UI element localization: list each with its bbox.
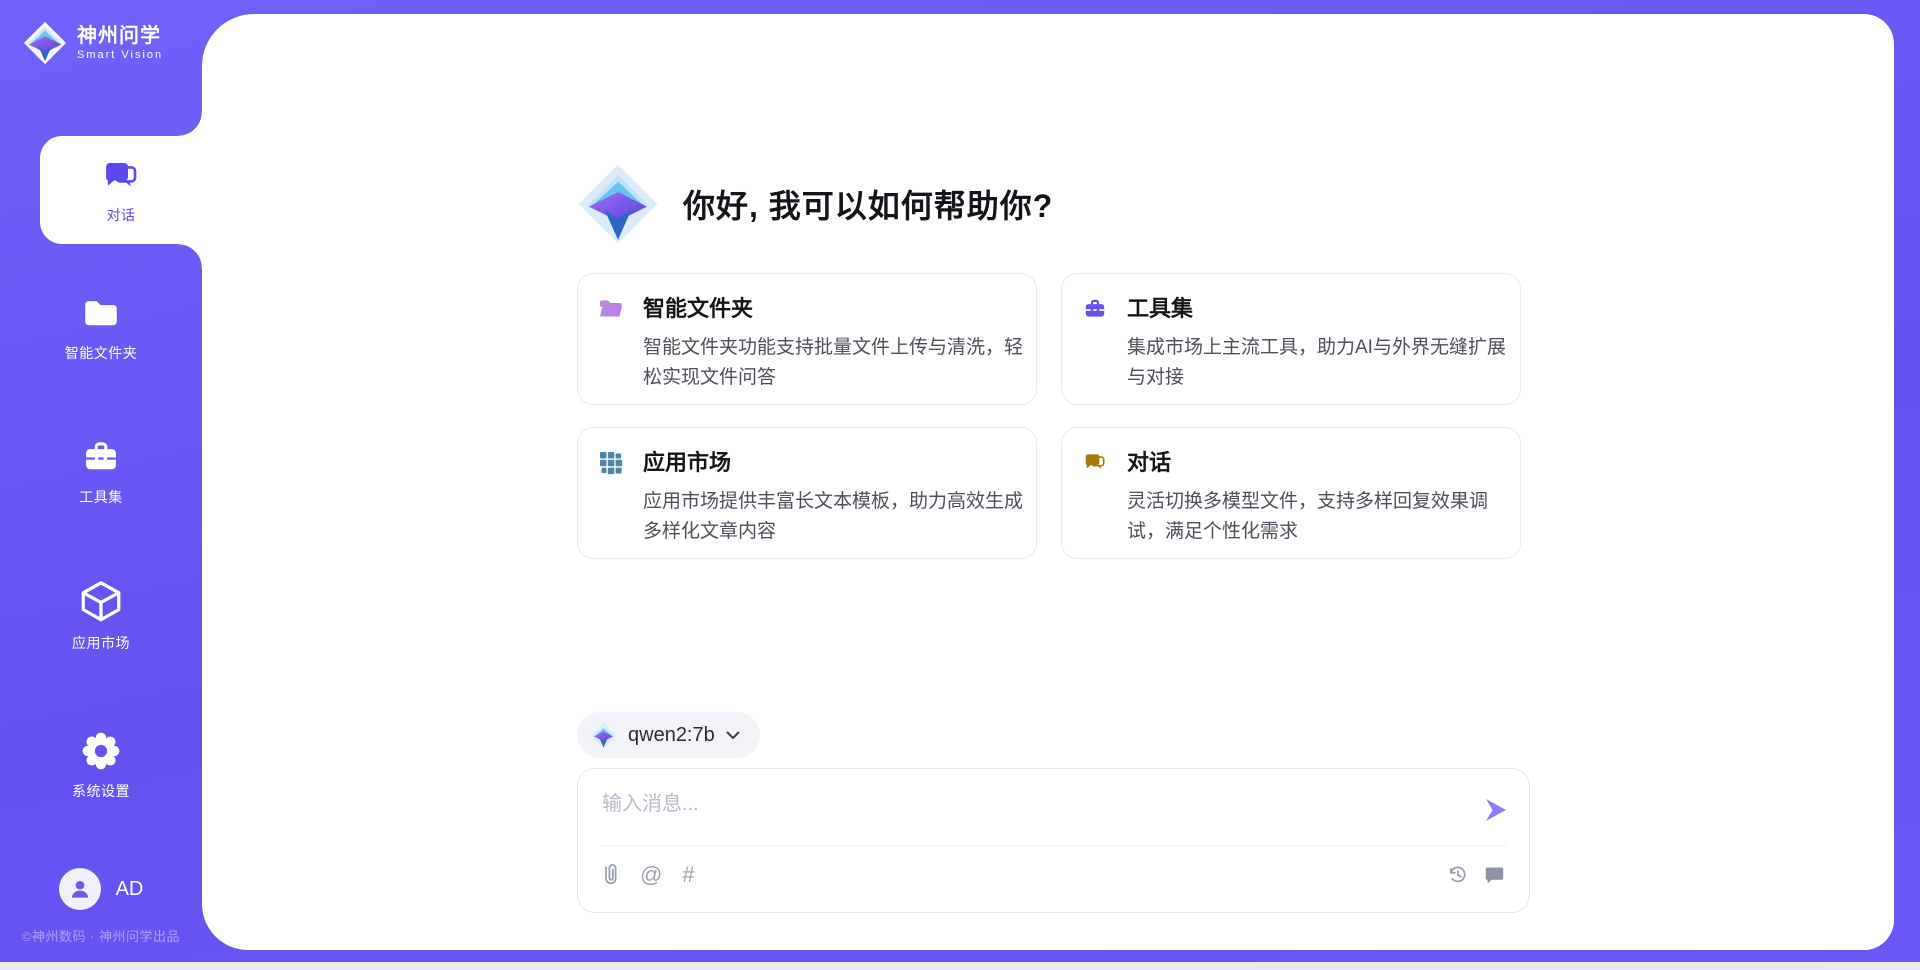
card-app-market[interactable]: 应用市场 应用市场提供丰富长文本模板，助力高效生成多样化文章内容 xyxy=(577,427,1037,559)
composer-divider xyxy=(600,845,1507,846)
brand-logo-diamond-icon xyxy=(22,20,68,66)
sidebar-item-settings[interactable]: 系统设置 xyxy=(0,730,202,801)
model-selector[interactable]: qwen2:7b xyxy=(577,712,760,758)
sidebar-item-toolset[interactable]: 工具集 xyxy=(0,436,202,507)
card-title: 应用市场 xyxy=(643,450,731,476)
user-account[interactable]: AD xyxy=(0,868,202,910)
paperclip-icon xyxy=(602,863,620,886)
briefcase-icon xyxy=(1082,296,1108,322)
chat-icon xyxy=(1082,450,1108,476)
send-arrow-icon xyxy=(1481,796,1509,824)
card-description: 集成市场上主流工具，助力AI与外界无缝扩展与对接 xyxy=(1127,333,1521,393)
folder-icon xyxy=(79,292,123,334)
person-icon xyxy=(67,876,93,902)
assistant-logo-diamond-icon xyxy=(577,163,659,245)
message-input[interactable] xyxy=(602,787,1462,837)
brand-subtitle: Smart Vision xyxy=(77,49,163,61)
card-chat[interactable]: 对话 灵活切换多模型文件，支持多样回复效果调试，满足个性化需求 xyxy=(1061,427,1521,559)
content-column: 你好, 我可以如何帮助你? 智能文件夹 智能文件夹功能支持批量文件上传与清洗，轻… xyxy=(577,14,1521,913)
grid-icon xyxy=(598,450,624,476)
composer-toolbar: @ # xyxy=(602,863,1505,886)
copyright-footer: ©神州数码 · 神州问学出品 xyxy=(0,926,202,945)
card-smart-folder[interactable]: 智能文件夹 智能文件夹功能支持批量文件上传与清洗，轻松实现文件问答 xyxy=(577,273,1037,405)
avatar xyxy=(59,868,101,910)
model-name: qwen2:7b xyxy=(628,724,715,747)
sidebar-item-smart-folder[interactable]: 智能文件夹 xyxy=(0,292,202,363)
card-toolset[interactable]: 工具集 集成市场上主流工具，助力AI与外界无缝扩展与对接 xyxy=(1061,273,1521,405)
history-button[interactable] xyxy=(1447,864,1468,885)
sidebar-item-label: 工具集 xyxy=(79,487,123,507)
card-description: 灵活切换多模型文件，支持多样回复效果调试，满足个性化需求 xyxy=(1127,487,1521,547)
hashtag-button[interactable]: # xyxy=(682,864,694,886)
card-title: 对话 xyxy=(1127,450,1171,476)
conversations-button[interactable] xyxy=(1484,864,1505,885)
brand-name: 神州问学 xyxy=(77,25,163,47)
main-panel: 你好, 我可以如何帮助你? 智能文件夹 智能文件夹功能支持批量文件上传与清洗，轻… xyxy=(202,14,1894,950)
sidebar-item-chat[interactable]: 对话 xyxy=(40,136,202,244)
cube-icon xyxy=(78,578,124,624)
brand: 神州问学 Smart Vision xyxy=(22,20,163,66)
window-bottom-edge xyxy=(0,962,1920,970)
history-icon xyxy=(1447,864,1468,885)
sidebar-item-label: 应用市场 xyxy=(72,633,130,653)
card-title: 智能文件夹 xyxy=(643,296,753,322)
composer: @ # xyxy=(577,768,1530,913)
left-tools: @ # xyxy=(602,863,695,886)
chat-icon xyxy=(100,156,142,198)
card-title: 工具集 xyxy=(1127,296,1193,322)
attach-file-button[interactable] xyxy=(602,863,620,886)
sidebar-item-app-market[interactable]: 应用市场 xyxy=(0,578,202,653)
sidebar-item-label: 对话 xyxy=(107,205,136,225)
card-description: 智能文件夹功能支持批量文件上传与清洗，轻松实现文件问答 xyxy=(643,333,1037,393)
sidebar-item-label: 智能文件夹 xyxy=(65,343,138,363)
mention-button[interactable]: @ xyxy=(640,864,662,886)
right-tools xyxy=(1447,864,1505,885)
send-button[interactable] xyxy=(1481,796,1509,824)
folder-open-icon xyxy=(598,296,624,322)
briefcase-icon xyxy=(79,436,123,478)
greeting-block: 你好, 我可以如何帮助你? xyxy=(577,163,1521,245)
hash-icon: # xyxy=(682,864,694,886)
card-description: 应用市场提供丰富长文本模板，助力高效生成多样化文章内容 xyxy=(643,487,1037,547)
chevron-down-icon xyxy=(726,731,740,740)
model-logo-diamond-icon xyxy=(590,722,617,749)
user-name: AD xyxy=(116,878,144,901)
mention-icon: @ xyxy=(640,864,662,886)
gear-icon xyxy=(80,730,122,772)
greeting-title: 你好, 我可以如何帮助你? xyxy=(683,181,1053,227)
feature-cards: 智能文件夹 智能文件夹功能支持批量文件上传与清洗，轻松实现文件问答 工具集 集成… xyxy=(577,273,1521,559)
chat-bubble-icon xyxy=(1484,864,1505,885)
sidebar-item-label: 系统设置 xyxy=(72,781,130,801)
sidebar: 神州问学 Smart Vision 对话 智能文件夹 工具集 xyxy=(0,0,202,962)
